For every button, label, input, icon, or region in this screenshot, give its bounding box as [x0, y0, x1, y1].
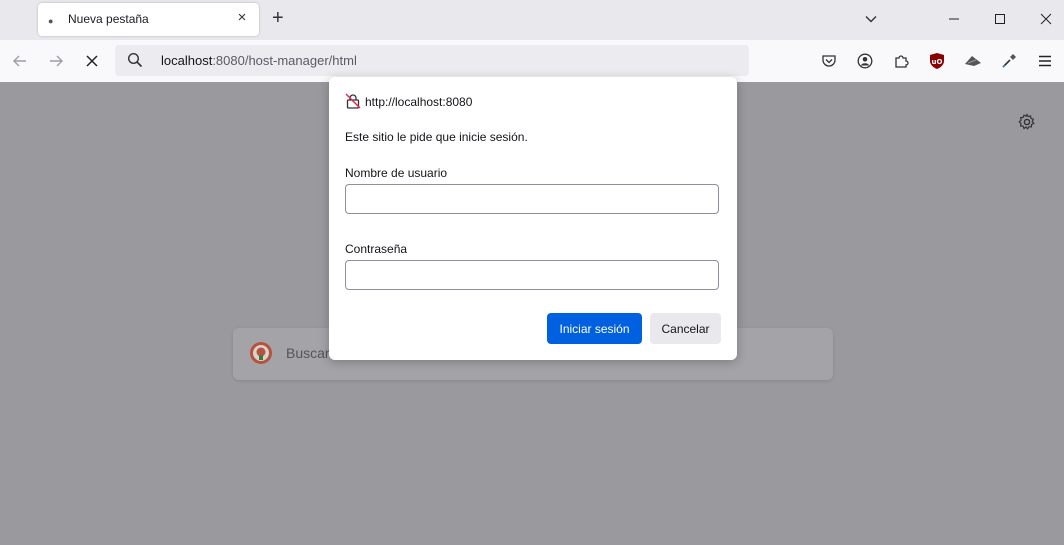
extensions-puzzle-icon[interactable] — [891, 51, 911, 71]
maximize-icon[interactable] — [988, 8, 1012, 30]
search-placeholder: Buscar — [286, 345, 330, 361]
gear-icon[interactable] — [1018, 113, 1036, 136]
username-label: Nombre de usuario — [345, 166, 448, 180]
username-field[interactable] — [345, 184, 719, 214]
ublock-origin-icon[interactable]: uO — [927, 51, 947, 71]
login-dialog: http://localhost:8080 Este sitio le pide… — [329, 77, 737, 360]
eyedropper-icon[interactable] — [999, 51, 1019, 71]
stop-loading-icon[interactable] — [82, 51, 102, 71]
pocket-icon[interactable] — [819, 51, 839, 71]
tab-strip: ● Nueva pestaña × + — [0, 0, 1064, 40]
account-icon[interactable] — [855, 51, 875, 71]
close-window-icon[interactable] — [1034, 8, 1058, 30]
password-field[interactable] — [345, 260, 719, 290]
duckduckgo-icon — [250, 342, 272, 364]
stealth-extension-icon[interactable] — [963, 51, 983, 71]
password-label: Contraseña — [345, 242, 408, 256]
tab-close-icon[interactable]: × — [234, 9, 250, 26]
dialog-origin: http://localhost:8080 — [365, 95, 473, 109]
url-path: :8080/host-manager/html — [212, 53, 357, 68]
forward-arrow-icon[interactable] — [46, 51, 66, 71]
minimize-icon[interactable] — [942, 8, 966, 30]
url-host: localhost — [161, 53, 213, 68]
search-icon — [127, 52, 143, 73]
login-button[interactable]: Iniciar sesión — [547, 313, 642, 344]
tab-list-chevron-down-icon[interactable] — [859, 8, 883, 30]
tab-loading-dot-icon: ● — [48, 16, 54, 26]
tab-nueva-pestana[interactable]: ● Nueva pestaña × — [38, 3, 259, 36]
new-tab-button[interactable]: + — [272, 8, 284, 28]
url-bar[interactable]: localhost:8080/host-manager/html — [115, 45, 749, 76]
lock-insecure-icon — [345, 93, 361, 114]
hamburger-menu-icon[interactable] — [1035, 51, 1055, 71]
dialog-message: Este sitio le pide que inicie sesión. — [345, 130, 528, 144]
svg-text:uO: uO — [932, 58, 943, 66]
tab-title: Nueva pestaña — [68, 12, 149, 26]
cancel-button[interactable]: Cancelar — [650, 313, 721, 344]
back-arrow-icon[interactable] — [10, 51, 30, 71]
url-text: localhost:8080/host-manager/html — [161, 53, 357, 68]
